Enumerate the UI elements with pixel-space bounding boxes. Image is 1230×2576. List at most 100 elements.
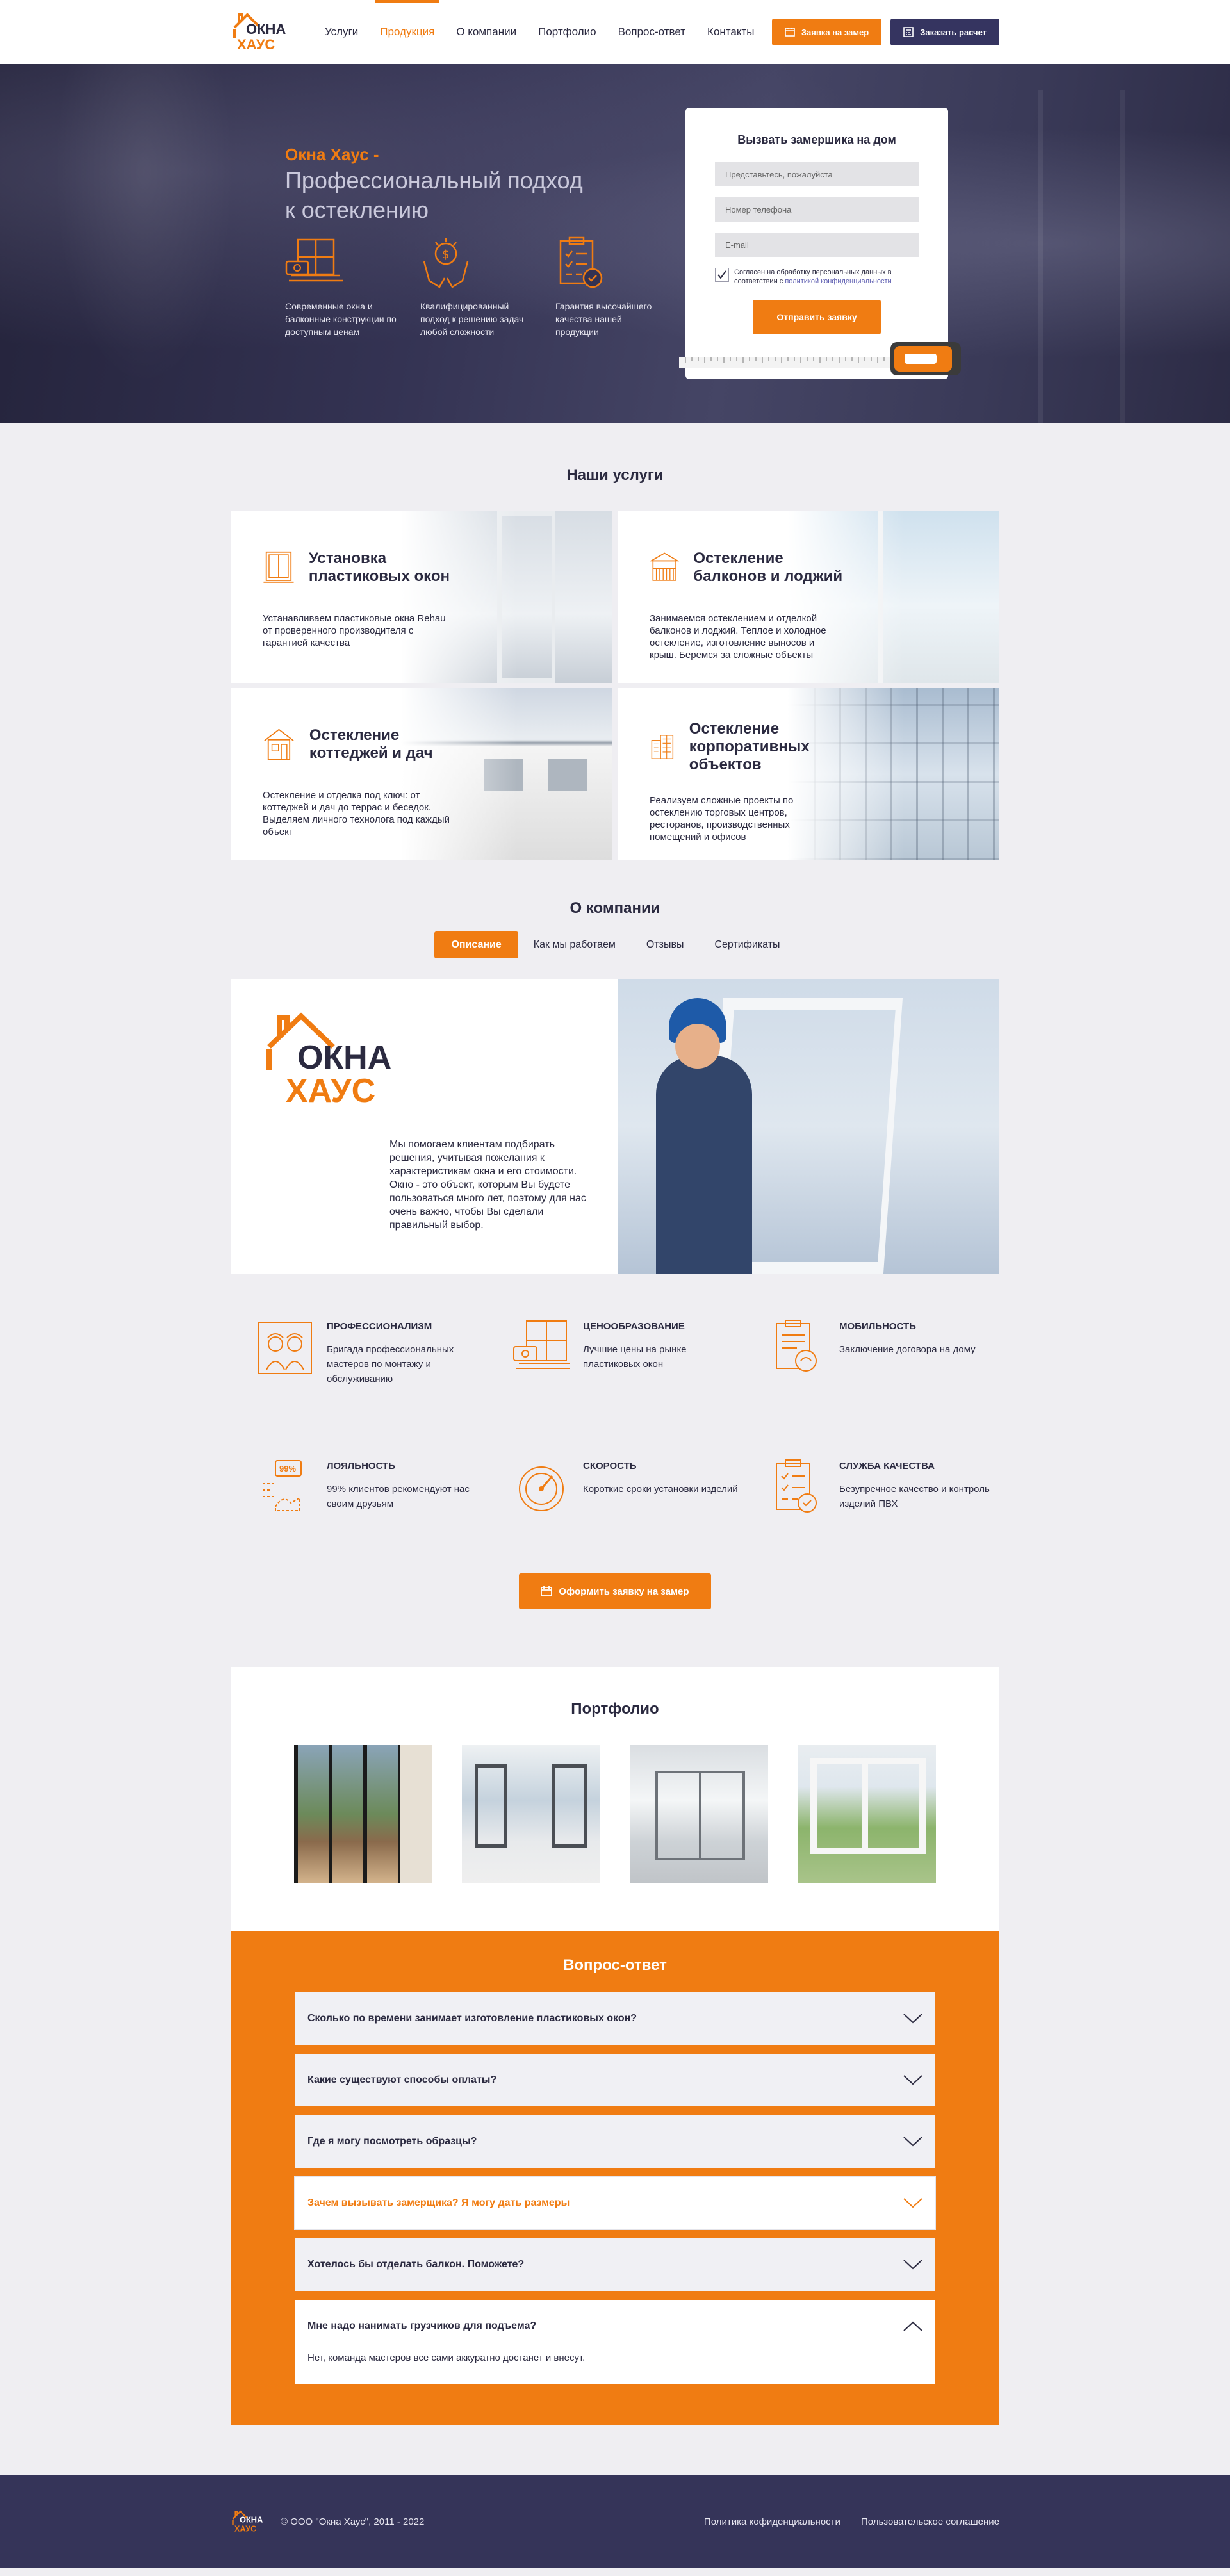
service-text: Занимаемся остеклением и отделкой балкон…	[650, 613, 826, 660]
hero-feature-text: Гарантия высочайшего качества нашей прод…	[555, 301, 652, 337]
about-panel: ОКНА ХАУС Мы помогаем клиентам подбирать…	[231, 979, 999, 1274]
price-window-icon	[513, 1320, 570, 1369]
privacy-link[interactable]: политикой конфиденциальности	[785, 277, 891, 285]
hero-feature-text: Квалифицированный подход к решению задач…	[420, 301, 524, 337]
phone-input[interactable]	[715, 197, 919, 222]
consent-checkbox[interactable]	[715, 268, 729, 282]
about-section: О компании Описание Как мы работаем Отзы…	[0, 860, 1230, 1609]
portfolio-photo[interactable]	[294, 1745, 432, 1883]
order-measure-label: Оформить заявку на замер	[559, 1586, 689, 1597]
service-text: Устанавливаем пластиковые окна Rehau от …	[263, 613, 446, 648]
measure-request-button[interactable]: Заявка на замер	[771, 19, 882, 45]
footer-logo[interactable]: ОКНА ХАУС	[231, 2507, 266, 2536]
calendar-icon	[785, 28, 795, 37]
cottage-icon	[264, 728, 294, 760]
hero-features: Современные окна и балконные конструкции…	[285, 236, 668, 338]
about-text: Мы помогаем клиентам подбирать решения, …	[390, 1139, 586, 1231]
tab-how-we-work[interactable]: Как мы работаем	[518, 931, 631, 958]
advantage-text: Короткие сроки установки изделий	[583, 1484, 738, 1495]
measure-request-label: Заявка на замер	[801, 27, 869, 37]
plastic-window-icon	[263, 551, 294, 583]
hero-subtitle-line-1: Профессиональный подход	[285, 167, 583, 193]
name-input[interactable]	[715, 162, 919, 186]
nav-products[interactable]: Продукция	[369, 0, 445, 64]
hero-feature: $ Квалифицированный подход к решению зад…	[420, 236, 532, 338]
advantage-title: СКОРОСТЬ	[583, 1461, 637, 1472]
tab-description[interactable]: Описание	[434, 931, 518, 958]
copyright: © ООО "Окна Хаус", 2011 - 2022	[281, 2516, 425, 2527]
advantage-item: СЛУЖБА КАЧЕСТВА Безупречное качество и к…	[743, 1458, 999, 1516]
service-card[interactable]: Остекление корпоративных объектов Реализ…	[618, 688, 999, 860]
nav-services[interactable]: Услуги	[314, 0, 369, 64]
service-card[interactable]: Остекление балконов и лоджий Занимаемся …	[618, 511, 999, 683]
tab-reviews[interactable]: Отзывы	[631, 931, 700, 958]
service-title: Остекление балконов и лоджий	[693, 550, 843, 585]
site-logo[interactable]: ОКНА ХАУС	[231, 10, 295, 54]
logo-word-1: ОКНА	[246, 21, 286, 37]
portfolio-photo[interactable]	[630, 1745, 768, 1883]
portfolio-photo[interactable]	[462, 1745, 600, 1883]
hero-brand: Окна Хаус -	[285, 145, 379, 164]
user-agreement-link[interactable]: Пользовательское соглашение	[861, 2516, 999, 2527]
loyalty-badge-text: 99%	[279, 1464, 296, 1473]
chevron-down-icon	[903, 2075, 922, 2085]
faq-question: Хотелось бы отделать балкон. Поможете?	[308, 2259, 525, 2270]
order-measure-button[interactable]: Оформить заявку на замер	[519, 1573, 711, 1609]
faq-question: Какие существуют способы оплаты?	[308, 2074, 497, 2085]
portfolio-gallery	[231, 1745, 999, 1883]
faq-answer: Нет, команда мастеров все сами аккуратно…	[308, 2352, 586, 2363]
header-actions: Заявка на замер Заказать расчет	[771, 19, 999, 45]
service-card[interactable]: Установка пластиковых окон Устанавливаем…	[231, 511, 612, 683]
advantage-item: МОБИЛЬНОСТЬ Заключение договора на дому	[743, 1318, 999, 1386]
site-footer: ОКНА ХАУС © ООО "Окна Хаус", 2011 - 2022…	[0, 2475, 1230, 2568]
hero-feature: Современные окна и балконные конструкции…	[285, 236, 397, 338]
privacy-policy-link[interactable]: Политика кофиденциальности	[704, 2516, 840, 2527]
nav-faq[interactable]: Вопрос-ответ	[607, 0, 696, 64]
portfolio-section: Портфолио	[231, 1667, 999, 1931]
order-calc-button[interactable]: Заказать расчет	[890, 19, 999, 45]
about-tabs: Описание Как мы работаем Отзывы Сертифик…	[231, 931, 999, 958]
advantages-grid: ПРОФЕССИОНАЛИЗМ Бригада профессиональных…	[231, 1318, 999, 1516]
faq-item[interactable]: Где я могу посмотреть образцы?	[295, 2115, 935, 2168]
hero-section: Окна Хаус - Профессиональный подход к ос…	[0, 64, 1230, 423]
logo-word-2: ХАУС	[237, 37, 275, 53]
services-grid: Установка пластиковых окон Устанавливаем…	[231, 511, 999, 860]
nav-about[interactable]: О компании	[445, 0, 527, 64]
balcony-icon	[650, 552, 680, 581]
advantage-text: 99% клиентов рекомендуют нас своим друзь…	[327, 1484, 470, 1509]
portfolio-photo[interactable]	[798, 1745, 936, 1883]
company-logo: ОКНА ХАУС	[266, 1012, 391, 1104]
advantage-title: МОБИЛЬНОСТЬ	[839, 1321, 916, 1332]
faq-item[interactable]: Мне надо нанимать грузчиков для подъема?…	[295, 2300, 935, 2384]
logo-word-2: ХАУС	[234, 2524, 257, 2534]
consent-row: Согласен на обработку персональных данны…	[715, 268, 919, 286]
advantage-item: ЦЕНООБРАЗОВАНИЕ Лучшие цены на рынке пла…	[487, 1318, 743, 1386]
advantage-title: ЦЕНООБРАЗОВАНИЕ	[583, 1321, 685, 1332]
nav-contacts[interactable]: Контакты	[696, 0, 765, 64]
service-title: Остекление коттеджей и дач	[309, 726, 433, 762]
chevron-up-icon	[903, 2321, 922, 2331]
faq-item[interactable]: Какие существуют способы оплаты?	[295, 2054, 935, 2106]
consent-text: Согласен на обработку персональных данны…	[734, 268, 919, 286]
email-input[interactable]	[715, 233, 919, 257]
faq-item[interactable]: Хотелось бы отделать балкон. Поможете?	[295, 2238, 935, 2291]
chevron-down-icon	[903, 2198, 922, 2208]
quality-checklist-icon	[776, 1459, 817, 1513]
chevron-down-icon	[903, 2137, 922, 2147]
office-building-icon	[651, 735, 674, 759]
faq-title: Вопрос-ответ	[563, 1957, 667, 1974]
portfolio-title: Портфолио	[571, 1700, 659, 1718]
tab-certificates[interactable]: Сертификаты	[699, 931, 795, 958]
nav-portfolio[interactable]: Портфолио	[527, 0, 607, 64]
service-text: Остекление и отделка под ключ: от коттед…	[263, 790, 450, 837]
faq-item[interactable]: Зачем вызывать замерщика? Я могу дать ра…	[295, 2177, 935, 2229]
cta-row: Оформить заявку на замер	[231, 1573, 999, 1609]
tape-measure-icon	[679, 342, 961, 375]
workers-icon	[258, 1322, 312, 1374]
submit-request-button[interactable]: Отправить заявку	[753, 300, 881, 334]
faq-item[interactable]: Сколько по времени занимает изготовление…	[295, 1992, 935, 2045]
advantage-item: СКОРОСТЬ Короткие сроки установки издели…	[487, 1458, 743, 1516]
service-card[interactable]: Остекление коттеджей и дач Остекление и …	[231, 688, 612, 860]
advantage-text: Безупречное качество и контроль изделий …	[839, 1484, 990, 1509]
order-calc-label: Заказать расчет	[920, 27, 987, 37]
